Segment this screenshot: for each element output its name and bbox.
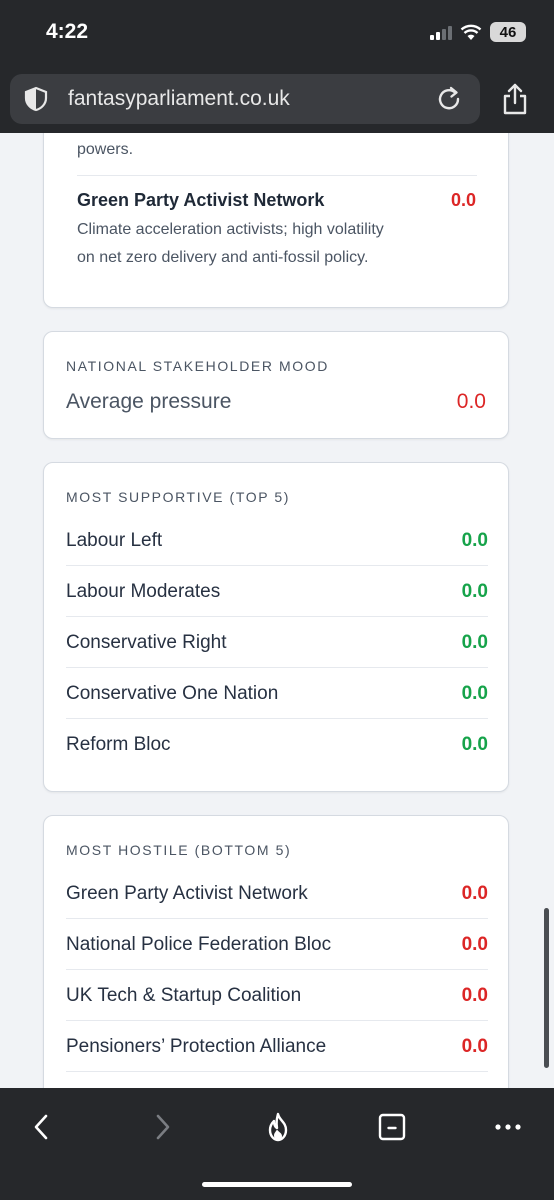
list-item: National Police Federation Bloc 0.0 (66, 919, 488, 970)
page-scrollbar[interactable] (544, 908, 549, 1068)
average-pressure-label: Average pressure (66, 390, 232, 413)
url-bar[interactable]: fantasyparliament.co.uk (10, 74, 480, 124)
stakeholder-name: Labour Left (66, 530, 163, 551)
stakeholder-list-card: powers. Green Party Activist Network 0.0… (43, 133, 509, 308)
stakeholder-name: Conservative Right (66, 632, 227, 653)
list-item: Labour Left 0.0 (66, 515, 488, 566)
list-item: Labour Moderates 0.0 (66, 566, 488, 617)
stakeholder-value: 0.0 (461, 883, 488, 904)
list-item: Conservative One Nation 0.0 (66, 668, 488, 719)
reload-icon[interactable] (434, 84, 464, 114)
stakeholder-value: 0.0 (461, 1036, 488, 1057)
list-item: Reform Bloc 0.0 (66, 719, 488, 770)
most-hostile-card: MOST HOSTILE (BOTTOM 5) Green Party Acti… (43, 815, 509, 1088)
list-item: UK Tech & Startup Coalition 0.0 (66, 970, 488, 1021)
card-heading: MOST HOSTILE (BOTTOM 5) (66, 842, 292, 858)
browser-top-chrome: 4:22 46 fantasyparliament.co.uk (0, 0, 554, 133)
stakeholder-name: Pensioners’ Protection Alliance (66, 1036, 327, 1057)
average-pressure-value: 0.0 (456, 390, 486, 413)
list-item: Pensioners’ Protection Alliance 0.0 (66, 1021, 488, 1072)
stakeholder-value: 0.0 (461, 683, 488, 704)
back-icon[interactable] (26, 1111, 58, 1143)
share-icon[interactable] (500, 82, 530, 116)
previous-item-description-tail: powers. (77, 141, 134, 158)
stakeholder-name: Reform Bloc (66, 734, 171, 755)
stakeholder-value: 0.0 (461, 934, 488, 955)
tabs-icon[interactable] (376, 1111, 408, 1143)
national-mood-card: NATIONAL STAKEHOLDER MOOD Average pressu… (43, 331, 509, 439)
stakeholder-description-line-1: Climate acceleration activists; high vol… (77, 221, 384, 238)
list-item: Conservative Right 0.0 (66, 617, 488, 668)
status-icons: 46 (430, 22, 526, 42)
stakeholder-value: 0.0 (461, 581, 488, 602)
stakeholder-name: UK Tech & Startup Coalition (66, 985, 302, 1006)
stakeholder-value: 0.0 (461, 632, 488, 653)
stakeholder-value: 0.0 (461, 985, 488, 1006)
stakeholder-name: Labour Moderates (66, 581, 221, 602)
home-indicator (202, 1182, 352, 1187)
stakeholder-description-line-2: on net zero delivery and anti-fossil pol… (77, 249, 369, 266)
battery-indicator: 46 (490, 22, 526, 42)
most-supportive-card: MOST SUPPORTIVE (TOP 5) Labour Left 0.0 … (43, 462, 509, 792)
wifi-icon (460, 24, 482, 40)
page-content: powers. Green Party Activist Network 0.0… (0, 133, 554, 1088)
stakeholder-name: National Police Federation Bloc (66, 934, 332, 955)
stakeholder-value: 0.0 (461, 530, 488, 551)
cellular-signal-icon (430, 24, 452, 40)
url-text[interactable]: fantasyparliament.co.uk (68, 87, 290, 111)
list-item: Green Party Activist Network 0.0 (66, 868, 488, 919)
stakeholder-name: Green Party Activist Network (66, 883, 308, 904)
flame-icon[interactable] (262, 1111, 294, 1143)
stakeholder-value: 0.0 (461, 734, 488, 755)
stakeholder-name: Conservative One Nation (66, 683, 279, 704)
card-heading: NATIONAL STAKEHOLDER MOOD (66, 358, 329, 374)
card-heading: MOST SUPPORTIVE (TOP 5) (66, 489, 291, 505)
forward-icon[interactable] (146, 1111, 178, 1143)
shield-icon[interactable] (22, 85, 50, 113)
stakeholder-name: Green Party Activist Network (77, 190, 325, 210)
more-icon[interactable] (492, 1111, 524, 1143)
stakeholder-value: 0.0 (450, 190, 476, 210)
status-time: 4:22 (46, 20, 89, 43)
divider (77, 175, 477, 176)
